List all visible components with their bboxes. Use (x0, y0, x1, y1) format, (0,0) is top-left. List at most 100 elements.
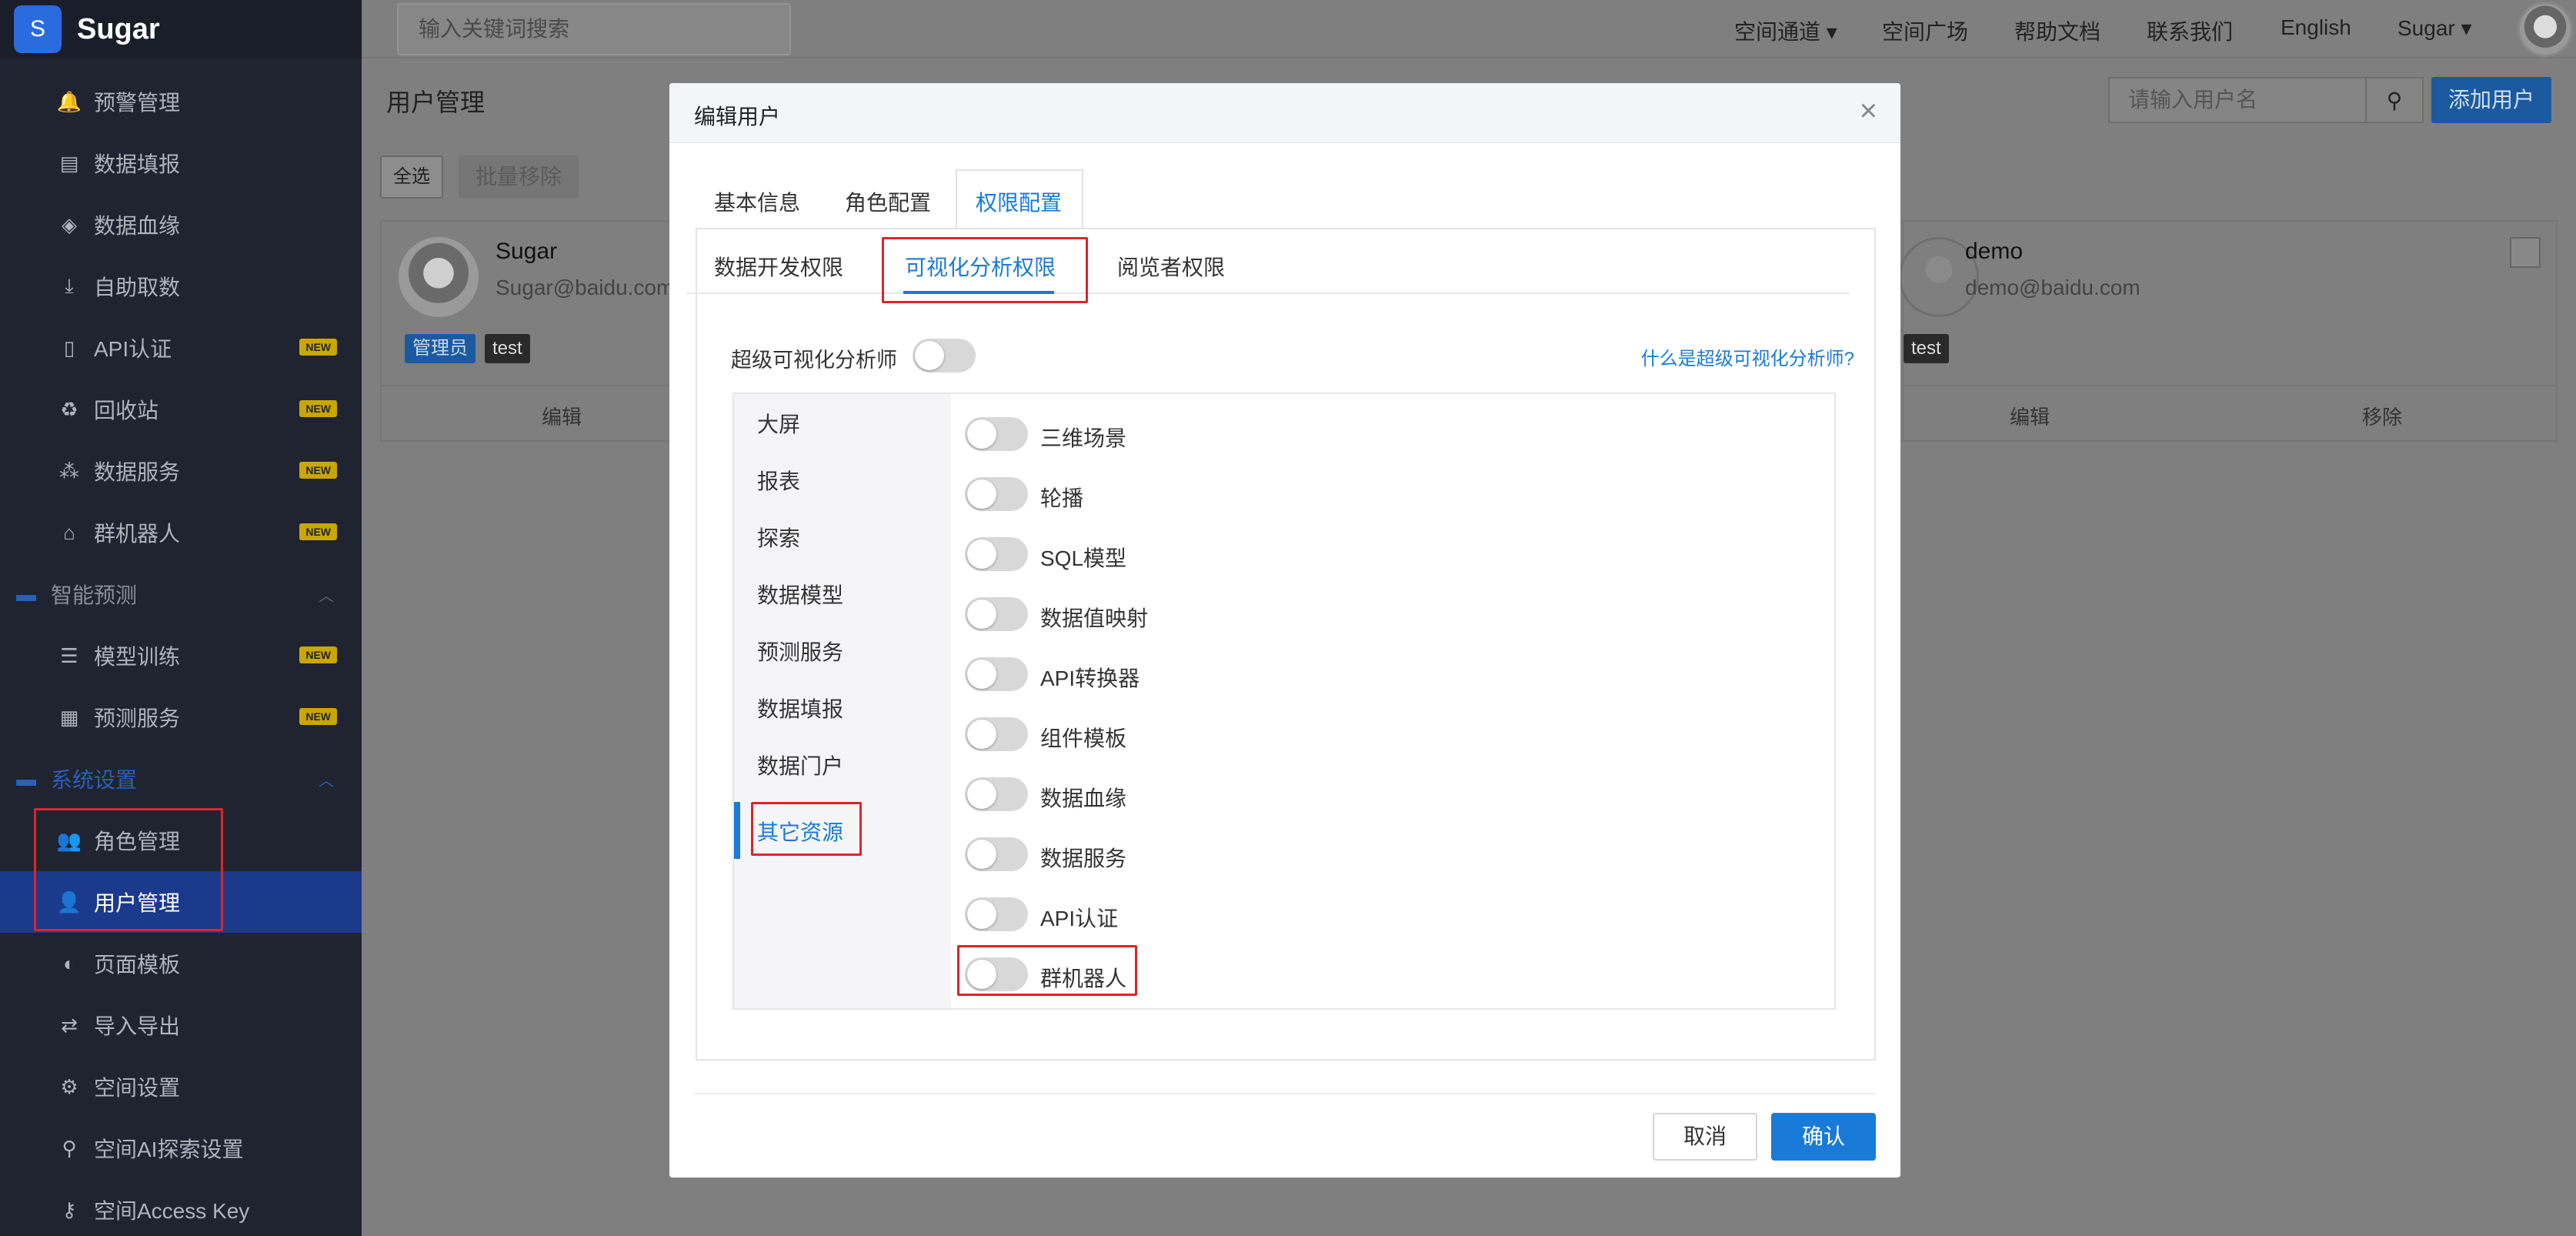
user-card: Sugar Sugar@baidu.com 管理员 test 编辑 (380, 220, 680, 442)
top-link-space-plaza[interactable]: 空间广场 (1882, 15, 1968, 46)
folder-icon: ▬ (16, 582, 36, 606)
new-badge: NEW (299, 339, 337, 356)
tab-permission-config[interactable]: 权限配置 (976, 186, 1062, 217)
sidebar-item-label: 空间设置 (94, 1076, 181, 1100)
sidebar-item-forecast-service[interactable]: ▦ 预测服务 NEW (0, 686, 362, 748)
add-user-button[interactable]: 添加用户 (2431, 77, 2551, 123)
sidebar-item-self-fetch[interactable]: ⤓ 自助取数 (0, 256, 362, 317)
sidebar-item-label: 数据服务 (94, 460, 181, 484)
sidebar-item-group-robot[interactable]: ⌂ 群机器人 NEW (0, 502, 362, 563)
category-report[interactable]: 报表 (757, 465, 800, 496)
recycle-icon: ♻ (60, 397, 78, 421)
sidebar-item-data-service[interactable]: ⁂ 数据服务 NEW (0, 440, 362, 502)
permission-switch[interactable] (965, 897, 1028, 931)
card-actions: 编辑 移除 (1904, 385, 2556, 442)
search-icon: ⚲ (62, 1136, 77, 1160)
modal-header: 编辑用户 × (669, 83, 1900, 143)
super-analyst-switch[interactable] (913, 339, 976, 372)
sidebar-item-label: 自助取数 (94, 276, 181, 299)
category-explore[interactable]: 探索 (757, 522, 800, 553)
cancel-button[interactable]: 取消 (1653, 1113, 1757, 1161)
select-checkbox[interactable] (2510, 237, 2541, 268)
tab-basic-info[interactable]: 基本信息 (714, 186, 800, 217)
sidebar-item-label: 数据填报 (94, 152, 181, 176)
permission-switch[interactable] (965, 597, 1028, 631)
robot-icon: ⌂ (63, 520, 75, 544)
sidebar-item-ai-explore-settings[interactable]: ⚲ 空间AI探索设置 (0, 1117, 362, 1179)
sidebar-item-import-export[interactable]: ⇄ 导入导出 (0, 994, 362, 1056)
permission-switch[interactable] (965, 717, 1028, 751)
category-data-fill[interactable]: 数据填报 (757, 693, 843, 723)
tab-role-config[interactable]: 角色配置 (845, 186, 931, 217)
new-badge: NEW (299, 646, 337, 663)
top-link-label: 空间通道 (1734, 20, 1821, 44)
new-badge: NEW (299, 708, 337, 725)
folder-icon: ▬ (16, 767, 36, 790)
top-link-help-docs[interactable]: 帮助文档 (2014, 15, 2101, 46)
document-icon: ▯ (63, 336, 75, 359)
subtab-viewer[interactable]: 阅览者权限 (1117, 251, 1225, 282)
permission-switch[interactable] (965, 537, 1028, 571)
sidebar-item-data-fill[interactable]: ▤ 数据填报 (0, 132, 362, 194)
global-search-input[interactable]: 输入关键词搜索 (397, 3, 791, 55)
sidebar-item-alerts[interactable]: 🔔 预警管理 (0, 71, 362, 132)
category-forecast-service[interactable]: 预测服务 (757, 636, 843, 666)
select-all-button[interactable]: 全选 (380, 155, 443, 199)
permission-switch[interactable] (965, 837, 1028, 871)
sidebar-item-api-auth[interactable]: ▯ API认证 NEW (0, 317, 362, 379)
subtab-data-dev[interactable]: 数据开发权限 (714, 251, 843, 282)
category-data-model[interactable]: 数据模型 (757, 579, 843, 610)
permission-switch[interactable] (965, 417, 1028, 451)
sidebar-item-page-template[interactable]: ◐ 页面模板 (0, 933, 362, 994)
sidebar-group-label: 智能预测 (51, 583, 138, 607)
edit-button[interactable]: 编辑 (2010, 402, 2050, 430)
gear-icon: ⚙ (60, 1074, 78, 1098)
permission-switch[interactable] (965, 477, 1028, 511)
permission-label: API认证 (1040, 907, 1119, 930)
sidebar-item-recycle-bin[interactable]: ♻ 回收站 NEW (0, 379, 362, 440)
bulk-remove-button[interactable]: 批量移除 (459, 155, 579, 199)
database-icon: ☰ (60, 643, 78, 667)
username-search-input[interactable]: 请输入用户名 (2108, 77, 2367, 123)
avatar[interactable] (2518, 2, 2573, 57)
edit-user-modal: 编辑用户 × 基本信息 角色配置 权限配置 数据开发权限 可视化分析权限 阅览者… (669, 83, 1900, 1178)
bell-icon: 🔔 (56, 89, 82, 113)
sidebar-item-access-key[interactable]: ⚷ 空间Access Key (0, 1179, 362, 1236)
new-badge: NEW (299, 400, 337, 417)
permission-switch[interactable] (965, 657, 1028, 691)
close-icon[interactable]: × (1860, 95, 1877, 126)
sidebar-group-system-settings[interactable]: ▬ 系统设置 ︿ (0, 748, 362, 810)
permission-switch[interactable] (965, 777, 1028, 811)
top-link-english[interactable]: English (2281, 15, 2351, 40)
confirm-button[interactable]: 确认 (1771, 1113, 1876, 1161)
top-link-space-channel[interactable]: 空间通道 ▾ (1734, 15, 1837, 46)
brand[interactable]: S Sugar (0, 0, 362, 58)
permission-label: SQL模型 (1040, 546, 1127, 570)
id-card-icon: ▤ (59, 151, 79, 175)
chevron-up-icon: ︿ (319, 588, 334, 605)
user-email: Sugar@baidu.com (496, 276, 675, 299)
edit-button[interactable]: 编辑 (542, 402, 582, 430)
sidebar-item-label: 导入导出 (94, 1014, 181, 1038)
permission-label: 三维场景 (1040, 426, 1127, 450)
remove-button[interactable]: 移除 (2362, 402, 2402, 430)
role-tag: 管理员 (405, 334, 475, 363)
modal-title: 编辑用户 (694, 105, 781, 129)
key-icon: ⚷ (62, 1198, 77, 1221)
sidebar-item-label: 回收站 (94, 399, 159, 423)
super-analyst-help-link[interactable]: 什么是超级可视化分析师? (1641, 343, 1854, 370)
category-data-portal[interactable]: 数据门户 (757, 750, 843, 780)
sidebar-item-data-lineage[interactable]: ◈ 数据血缘 (0, 194, 362, 256)
category-big-screen[interactable]: 大屏 (757, 408, 800, 439)
sidebar-item-label: API认证 (94, 337, 172, 361)
sidebar-item-space-settings[interactable]: ⚙ 空间设置 (0, 1056, 362, 1117)
search-icon: ⚲ (2386, 88, 2403, 112)
sidebar-group-label: 系统设置 (51, 768, 138, 792)
brand-name: Sugar (77, 12, 160, 45)
sidebar-group-smart-forecast[interactable]: ▬ 智能预测 ︿ (0, 563, 362, 625)
top-link-contact[interactable]: 联系我们 (2147, 15, 2233, 46)
search-button[interactable]: ⚲ (2365, 77, 2424, 123)
user-menu[interactable]: Sugar ▾ (2397, 15, 2472, 41)
palette-icon: ◐ (63, 951, 75, 975)
sidebar-item-model-training[interactable]: ☰ 模型训练 NEW (0, 625, 362, 686)
